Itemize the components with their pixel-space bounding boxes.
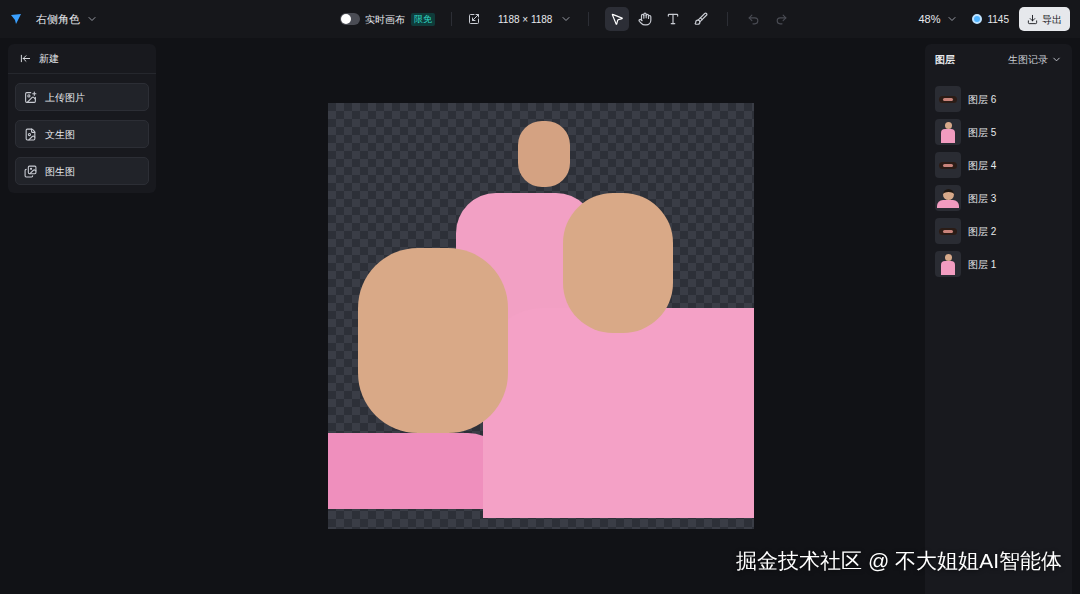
layer-thumbnail: [935, 119, 961, 145]
workspace: [156, 38, 925, 594]
brush-icon: [694, 12, 708, 26]
tool-button[interactable]: [661, 7, 685, 31]
layers-title: 图层: [935, 52, 955, 67]
chevron-down-icon: [560, 13, 572, 25]
layer-thumbnail: [935, 185, 961, 211]
layer-thumbnail: [935, 251, 961, 277]
redo-button[interactable]: [770, 8, 792, 30]
layer-row[interactable]: 图层 2: [935, 218, 1062, 244]
create-option-button[interactable]: 文生图: [15, 120, 149, 148]
redo-icon: [775, 13, 788, 26]
create-option-button[interactable]: 上传图片: [15, 83, 149, 111]
watermark: 掘金技术社区 @ 不大姐姐AI智能体: [736, 545, 1062, 577]
hand-icon: [638, 12, 652, 26]
editor-app: 右侧角色实时画布限免1188 × 118848%1145导出新建上传图片文生图图…: [0, 0, 1080, 594]
image-to-image-icon: [24, 165, 37, 178]
chevron-down-icon: [946, 13, 958, 25]
layer-thumbnail: [935, 86, 961, 112]
text-to-image-icon: [24, 128, 37, 141]
undo-icon: [747, 13, 760, 26]
layer-row[interactable]: 图层 1: [935, 251, 1062, 277]
free-badge: 限免: [411, 13, 435, 26]
credits: 1145: [972, 12, 1009, 27]
canvas-image[interactable]: [328, 103, 754, 529]
layer-row[interactable]: 图层 3: [935, 185, 1062, 211]
layer-row[interactable]: 图层 5: [935, 119, 1062, 145]
project-name-dropdown[interactable]: 右侧角色: [36, 11, 98, 28]
upload-image-icon: [24, 91, 37, 104]
back-new-button[interactable]: 新建: [8, 44, 156, 74]
create-option-button[interactable]: 图生图: [15, 157, 149, 185]
layer-thumbnail: [935, 218, 961, 244]
chevron-down-icon: [86, 13, 98, 25]
create-panel: 新建上传图片文生图图生图: [8, 44, 156, 193]
zoom-dropdown[interactable]: 48%: [918, 11, 958, 28]
download-icon: [1027, 14, 1038, 25]
history-dropdown[interactable]: 生图记录: [1008, 52, 1062, 67]
layer-row[interactable]: 图层 4: [935, 152, 1062, 178]
layer-row[interactable]: 图层 6: [935, 86, 1062, 112]
text-tool-icon: [666, 12, 680, 26]
resize-icon: [468, 13, 480, 25]
tool-button[interactable]: [605, 7, 629, 31]
coin-icon: [972, 14, 982, 24]
logo-icon: [10, 13, 22, 25]
layers-panel: 图层 生图记录图层 6 图层 5 图层 4 图层 3 图层 2 图层 1: [925, 44, 1072, 594]
realtime-canvas-toggle[interactable]: 实时画布: [340, 12, 405, 27]
layer-thumbnail: [935, 152, 961, 178]
tool-button[interactable]: [633, 7, 657, 31]
canvas-size-dropdown[interactable]: 1188 × 1188: [498, 12, 572, 27]
undo-button[interactable]: [742, 8, 764, 30]
back-icon: [20, 53, 31, 64]
top-toolbar: 右侧角色 实时画布限免 1188 × 1188 48% 1145 导出: [0, 0, 1080, 38]
tool-button[interactable]: [689, 7, 713, 31]
chevron-down-icon: [1051, 54, 1062, 65]
pointer-icon: [610, 12, 624, 26]
export-button[interactable]: 导出: [1019, 7, 1070, 31]
